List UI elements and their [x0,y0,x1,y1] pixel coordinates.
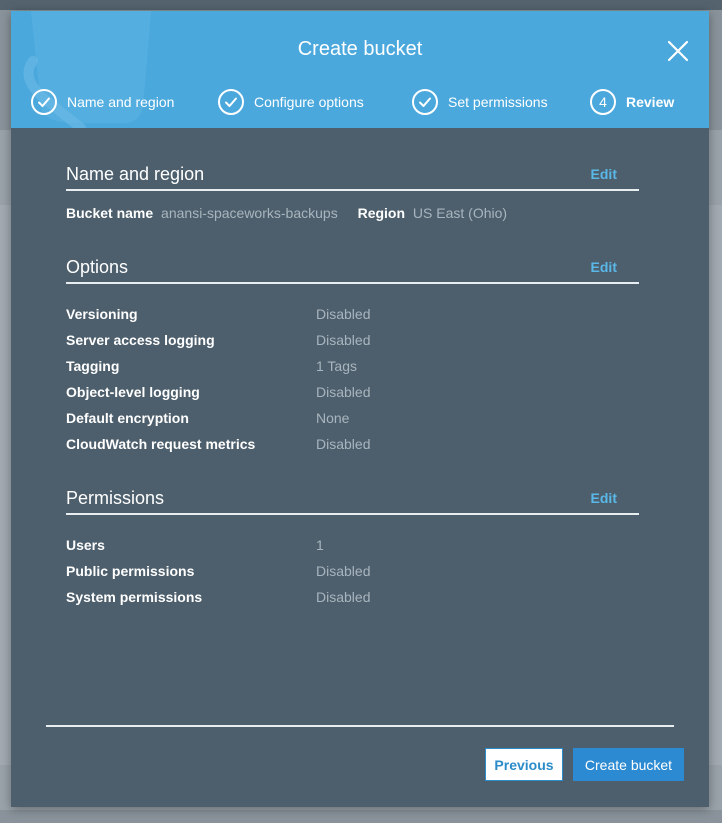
permission-value: Disabled [316,563,371,579]
check-circle-icon [412,89,438,115]
edit-permissions-link[interactable]: Edit [591,490,617,506]
modal-header: Create bucket Name and region Configure … [11,11,709,128]
permission-label: System permissions [66,589,203,605]
modal-title: Create bucket [297,38,423,60]
option-label: Versioning [66,306,138,322]
option-label: Object-level logging [66,384,200,400]
create-bucket-modal: Create bucket Name and region Configure … [11,11,709,807]
close-icon[interactable] [666,39,690,63]
section-options: Options Edit [66,257,639,284]
option-value: Disabled [316,332,371,348]
edit-options-link[interactable]: Edit [591,259,617,275]
step-configure-options[interactable]: Configure options [218,89,364,115]
option-value: Disabled [316,384,371,400]
option-value: Disabled [316,436,371,452]
create-bucket-button[interactable]: Create bucket [573,748,684,781]
check-circle-icon [31,89,57,115]
option-label: Default encryption [66,410,189,426]
permission-value: Disabled [316,589,371,605]
footer-divider [46,725,674,727]
bucket-name-value: anansi-spaceworks-backups [161,205,338,221]
step-name-and-region[interactable]: Name and region [31,89,174,115]
section-name-and-region: Name and region Edit [66,164,639,191]
section-title: Name and region [66,164,205,184]
step-number: 4 [590,89,616,115]
section-title: Permissions [66,488,165,508]
bucket-name-label: Bucket name [66,205,154,221]
option-label: CloudWatch request metrics [66,436,256,452]
region-label: Region [357,205,406,221]
step-label: Review [626,94,675,110]
edit-name-region-link[interactable]: Edit [591,166,617,182]
section-permissions: Permissions Edit [66,488,639,515]
permission-label: Public permissions [66,563,195,579]
region-value: US East (Ohio) [412,205,508,221]
step-review[interactable]: 4 Review [590,89,674,115]
option-value: 1 Tags [316,358,357,374]
background-topbar [0,0,722,10]
previous-button[interactable]: Previous [485,748,563,781]
option-value: Disabled [316,306,371,322]
step-label: Set permissions [448,94,548,110]
step-set-permissions[interactable]: Set permissions [412,89,548,115]
permission-value: 1 [316,537,324,553]
bucket-name-region-row: Bucket name anansi-spaceworks-backups Re… [66,205,511,221]
option-value: None [316,410,350,426]
option-label: Server access logging [66,332,215,348]
section-title: Options [66,257,129,277]
step-label: Name and region [67,94,175,110]
permission-label: Users [66,537,105,553]
check-circle-icon [218,89,244,115]
option-label: Tagging [66,358,120,374]
step-label: Configure options [254,94,364,110]
